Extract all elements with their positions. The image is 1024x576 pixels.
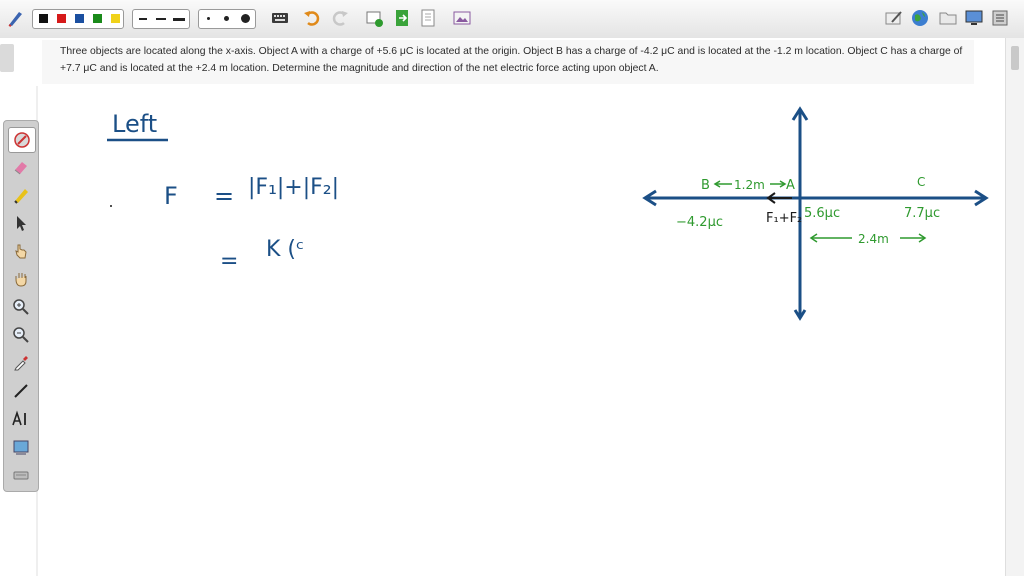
text-tool[interactable] [8, 407, 34, 431]
eq2-rhs: K (ᶜ [266, 237, 304, 262]
label-b: B [701, 178, 710, 193]
pointing-hand-icon [15, 244, 27, 259]
scrollbar-thumb[interactable] [1011, 46, 1019, 70]
dist-ac-label: 2.4m [858, 232, 889, 246]
line-tool[interactable] [8, 379, 34, 403]
label-a: A [786, 178, 795, 193]
vertical-scrollbar[interactable] [1005, 38, 1024, 576]
arrow-cursor-icon [17, 216, 26, 231]
eraser-icon [14, 162, 27, 175]
highlighter-icon [14, 189, 28, 204]
insert-image-tool[interactable] [8, 435, 34, 459]
eq1-equals: = [214, 182, 234, 210]
pen-tool[interactable] [8, 127, 36, 153]
tool-palette [3, 120, 39, 492]
eraser-tool[interactable] [8, 155, 34, 179]
pen-tool-icon [14, 132, 30, 148]
zoom-in-tool[interactable] [8, 295, 34, 319]
label-c: C [917, 175, 925, 189]
keyboard-small-icon [13, 471, 29, 480]
charge-c: 7.7μc [904, 206, 940, 221]
zoom-out-icon [13, 327, 29, 343]
line-icon [14, 384, 28, 398]
screen-capture-icon [13, 440, 29, 455]
charge-a: 5.6μc [804, 206, 840, 221]
zoom-out-tool[interactable] [8, 323, 34, 347]
zoom-in-icon [13, 299, 29, 315]
stray-dot [110, 205, 112, 207]
ink-layer: Left F = |F₁|+|F₂| = K (ᶜ B 1.2m A C −4.… [107, 106, 989, 321]
dist-ba-label: 1.2m [734, 178, 765, 192]
eq2-equals: = [220, 249, 238, 274]
highlighter-tool[interactable] [8, 183, 34, 207]
net-force-arrow [766, 192, 792, 204]
eq1-rhs: |F₁|+|F₂| [248, 175, 339, 200]
hand-icon [15, 273, 27, 287]
heading-left: Left [112, 110, 157, 138]
forces-label: F₁+F₂ [766, 211, 802, 226]
select-tool[interactable] [8, 211, 34, 235]
pan-hand-tool[interactable] [8, 267, 34, 291]
color-picker-tool[interactable] [8, 351, 34, 375]
text-icon [12, 410, 26, 426]
pointer-hand-tool[interactable] [8, 239, 34, 263]
eyedropper-icon [14, 356, 28, 371]
charge-b: −4.2μc [676, 215, 723, 230]
eq1-lhs: F [164, 182, 178, 210]
keyboard-tool[interactable] [8, 463, 34, 487]
